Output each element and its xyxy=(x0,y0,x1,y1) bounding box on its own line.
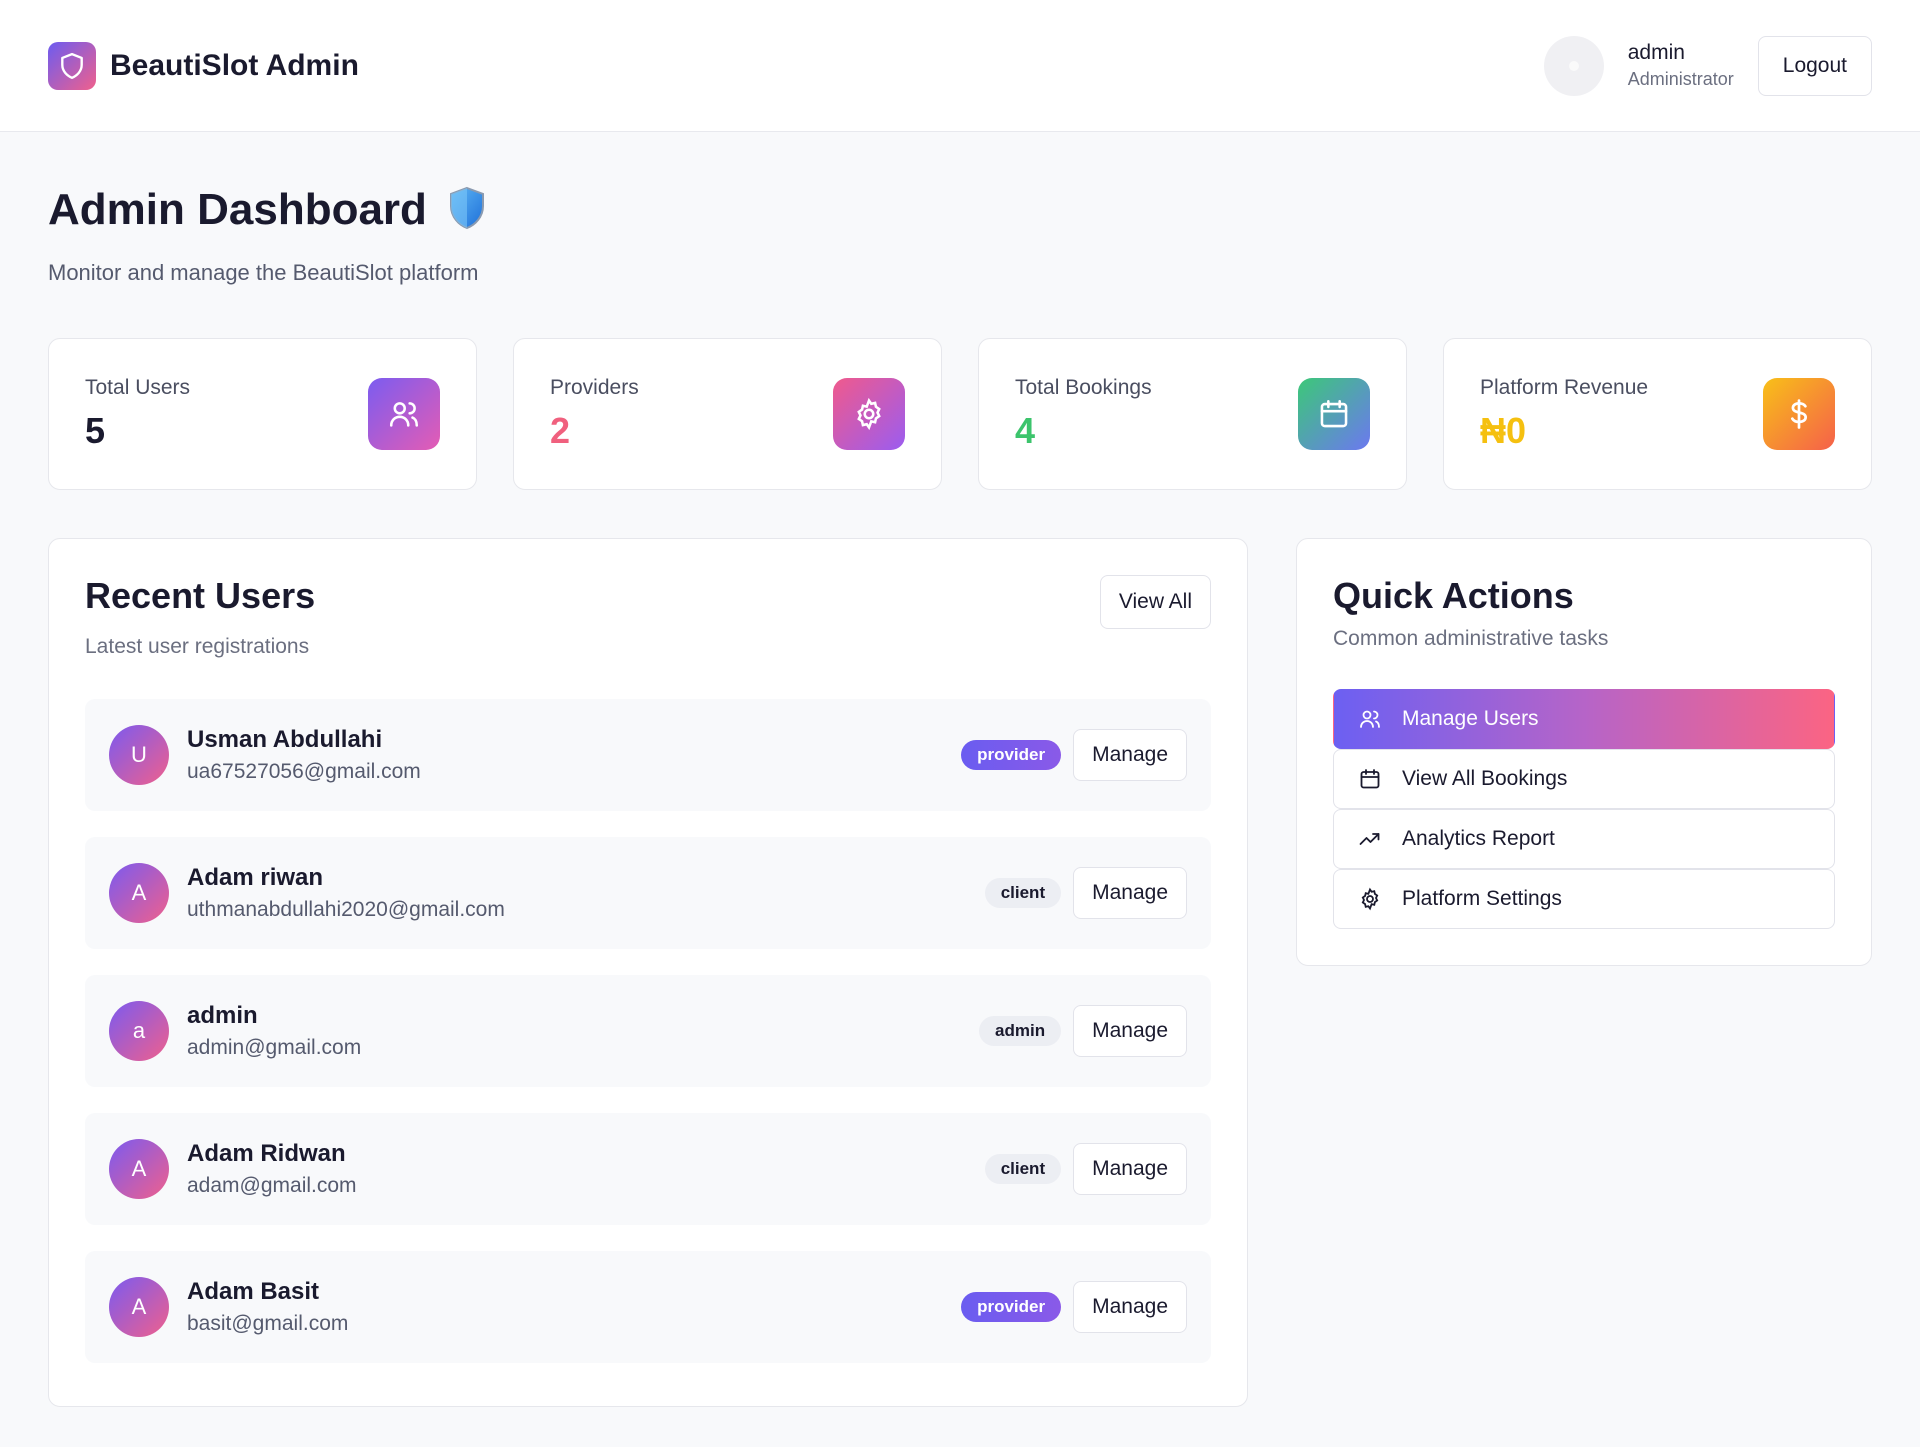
trending-up-icon xyxy=(1358,827,1382,851)
calendar-icon xyxy=(1358,767,1382,791)
page-title: Admin Dashboard xyxy=(48,185,427,234)
actions-list: Manage Users View All Bookings Analytics… xyxy=(1333,689,1835,929)
user-email: admin@gmail.com xyxy=(187,1036,362,1059)
avatar: U xyxy=(109,725,169,785)
brand[interactable]: BeautiSlot Admin xyxy=(48,41,359,90)
role-badge: provider xyxy=(961,740,1062,770)
stat-value: 5 xyxy=(85,410,106,451)
user-role: Administrator xyxy=(1627,69,1734,89)
user-meta: admin Administrator xyxy=(1628,41,1734,90)
stat-value: 2 xyxy=(550,410,571,451)
action-label: Platform Settings xyxy=(1402,887,1562,910)
shield-icon xyxy=(48,41,96,90)
stat-label: Providers xyxy=(550,376,639,399)
main-content: Admin Dashboard Monitor and manage the B… xyxy=(0,182,1920,1407)
view-all-button[interactable]: View All xyxy=(1099,575,1211,629)
quick-actions-panel: Quick Actions Common administrative task… xyxy=(1296,538,1872,966)
manage-button[interactable]: Manage xyxy=(1073,1005,1187,1057)
role-badge: client xyxy=(984,1154,1062,1184)
list-item: A Adam riwan uthmanabdullahi2020@gmail.c… xyxy=(85,837,1211,949)
quick-actions-subtitle: Common administrative tasks xyxy=(1333,627,1609,650)
user-list: U Usman Abdullahi ua67527056@gmail.com p… xyxy=(85,699,1211,1363)
lower-section: Recent Users Latest user registrations V… xyxy=(48,538,1872,1407)
manage-button[interactable]: Manage xyxy=(1073,867,1187,919)
action-label: Analytics Report xyxy=(1402,827,1555,850)
top-header: BeautiSlot Admin admin Administrator Log… xyxy=(0,0,1920,132)
view-all-bookings-button[interactable]: View All Bookings xyxy=(1333,749,1835,809)
list-item: A Adam Basit basit@gmail.com provider Ma… xyxy=(85,1251,1211,1363)
stat-card-providers: Providers 2 xyxy=(513,338,942,490)
role-badge: provider xyxy=(961,1292,1062,1322)
recent-users-panel: Recent Users Latest user registrations V… xyxy=(48,538,1248,1407)
analytics-report-button[interactable]: Analytics Report xyxy=(1333,809,1835,869)
stats-row: Total Users 5 Providers 2 Total Bookings… xyxy=(48,338,1872,490)
logout-button[interactable]: Logout xyxy=(1757,35,1872,96)
recent-users-title: Recent Users xyxy=(85,575,316,616)
role-badge: admin xyxy=(979,1016,1062,1046)
user-email: ua67527056@gmail.com xyxy=(187,760,421,783)
shield-icon xyxy=(447,185,487,236)
action-label: Manage Users xyxy=(1402,707,1539,730)
stat-card-platform-revenue: Platform Revenue ₦0 xyxy=(1443,338,1872,490)
user-name: Adam riwan xyxy=(187,864,324,891)
quick-actions-title: Quick Actions xyxy=(1333,575,1574,616)
role-badge: client xyxy=(984,878,1062,908)
action-label: View All Bookings xyxy=(1402,767,1568,790)
avatar: A xyxy=(109,1139,169,1199)
user-area: admin Administrator Logout xyxy=(1543,35,1872,96)
avatar: A xyxy=(109,863,169,923)
title-row: Admin Dashboard xyxy=(48,182,1872,238)
user-name: Adam Basit xyxy=(187,1278,320,1305)
stat-card-total-users: Total Users 5 xyxy=(48,338,477,490)
manage-button[interactable]: Manage xyxy=(1073,1281,1187,1333)
user-email: uthmanabdullahi2020@gmail.com xyxy=(187,898,505,921)
list-item: U Usman Abdullahi ua67527056@gmail.com p… xyxy=(85,699,1211,811)
user-email: adam@gmail.com xyxy=(187,1174,357,1197)
platform-settings-button[interactable]: Platform Settings xyxy=(1333,869,1835,929)
user-name: Usman Abdullahi xyxy=(187,726,383,753)
manage-button[interactable]: Manage xyxy=(1073,1143,1187,1195)
recent-users-header: Recent Users Latest user registrations V… xyxy=(85,575,1211,659)
stat-label: Platform Revenue xyxy=(1480,376,1649,399)
stat-label: Total Bookings xyxy=(1015,376,1152,399)
list-item: A Adam Ridwan adam@gmail.com client Mana… xyxy=(85,1113,1211,1225)
avatar: a xyxy=(109,1001,169,1061)
users-icon xyxy=(1358,707,1382,731)
stat-card-total-bookings: Total Bookings 4 xyxy=(978,338,1407,490)
user-name: admin xyxy=(187,1002,258,1029)
user-name: admin xyxy=(1627,41,1685,64)
manage-users-button[interactable]: Manage Users xyxy=(1333,689,1835,749)
brand-name: BeautiSlot Admin xyxy=(110,48,359,82)
manage-button[interactable]: Manage xyxy=(1073,729,1187,781)
recent-users-subtitle: Latest user registrations xyxy=(85,635,310,658)
users-icon xyxy=(368,378,440,450)
page-subtitle: Monitor and manage the BeautiSlot platfo… xyxy=(48,260,479,285)
gear-icon xyxy=(1358,887,1382,911)
gear-icon xyxy=(833,378,905,450)
avatar[interactable] xyxy=(1543,35,1604,96)
user-email: basit@gmail.com xyxy=(187,1312,349,1335)
stat-label: Total Users xyxy=(85,376,191,399)
list-item: a admin admin@gmail.com admin Manage xyxy=(85,975,1211,1087)
dollar-icon xyxy=(1763,378,1835,450)
user-name: Adam Ridwan xyxy=(187,1140,346,1167)
calendar-icon xyxy=(1298,378,1370,450)
avatar: A xyxy=(109,1277,169,1337)
stat-value: 4 xyxy=(1015,410,1036,451)
stat-value: ₦0 xyxy=(1480,410,1527,451)
